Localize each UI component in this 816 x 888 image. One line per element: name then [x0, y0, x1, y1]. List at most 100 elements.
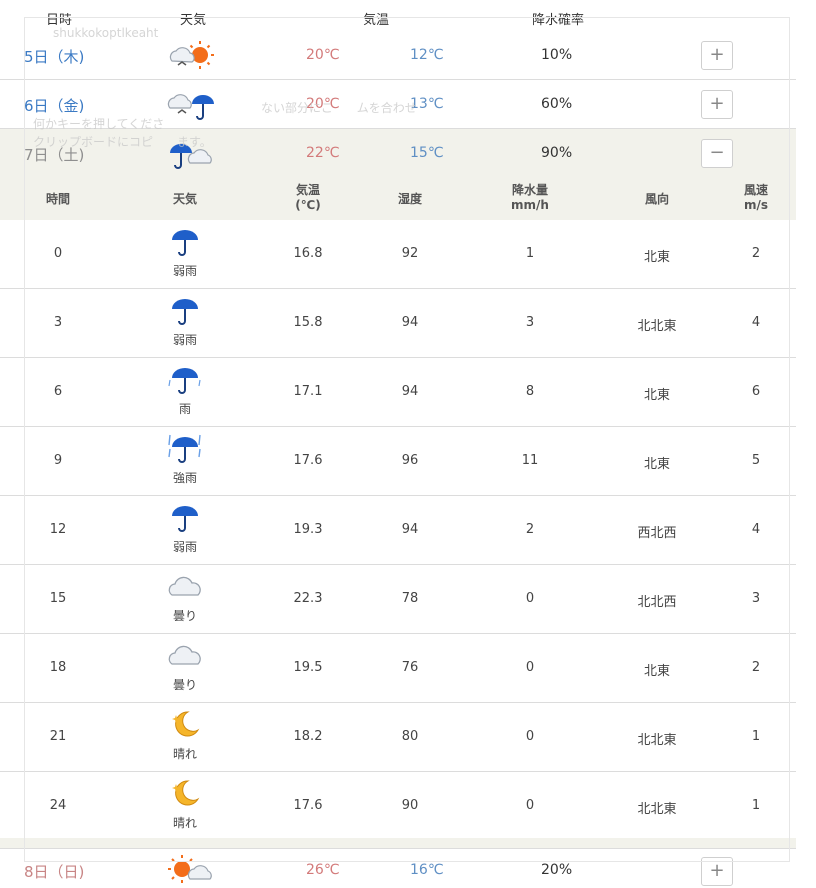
sun-cloud-icon: [168, 855, 212, 883]
expand-button[interactable]: +: [701, 41, 733, 70]
hour-rain: 0: [525, 798, 535, 813]
hour-rain: 3: [525, 315, 535, 330]
weather-label: 雨: [178, 402, 191, 416]
hour-wind-dir: 西北西: [637, 526, 677, 541]
temp-high: 22℃: [306, 145, 340, 161]
table-row: 3 弱雨 15.8 94 3 北北東 4: [0, 289, 796, 358]
hour-time: 21: [49, 729, 67, 744]
temp-high: 26℃: [306, 862, 340, 878]
hour-rain: 11: [521, 453, 539, 468]
weather-label: 弱雨: [172, 540, 197, 554]
hour-wind-dir: 北東: [643, 388, 670, 403]
weather-label: 強雨: [172, 471, 197, 485]
hour-wind-speed: 4: [751, 315, 761, 330]
hourly-header: 時間 天気 気温 (℃) 湿度 降水量 mm/h 風向 風速 m/s: [0, 178, 796, 220]
hour-temp: 17.1: [293, 384, 323, 399]
header-temp: 気温: [362, 13, 389, 28]
hour-wind-dir: 北東: [643, 250, 670, 265]
hour-rain: 0: [525, 591, 535, 606]
hour-humidity: 80: [401, 729, 419, 744]
day-row-8[interactable]: 8日（日) 26℃ 16℃ 20% +: [0, 848, 796, 888]
temp-low: 16℃: [410, 862, 444, 878]
hour-wind-speed: 1: [751, 798, 761, 813]
cloud-icon: [168, 576, 201, 596]
hour-time: 0: [53, 246, 63, 261]
umbrella-heavy-icon: [168, 434, 201, 463]
hour-time: 15: [49, 591, 67, 606]
hour-temp: 15.8: [293, 315, 323, 330]
umbrella-icon: [172, 506, 198, 532]
section-gap: [0, 838, 796, 848]
weather-label: 晴れ: [172, 816, 197, 830]
hour-wind-speed: 1: [751, 729, 761, 744]
hourly-header-temp-unit: (℃): [295, 198, 321, 212]
weather-label: 曇り: [172, 678, 197, 692]
day-row-6[interactable]: 6日（金) 20℃ 13℃ 60% +: [0, 80, 796, 129]
hour-temp: 17.6: [293, 798, 323, 813]
temp-high: 20℃: [306, 47, 340, 63]
hour-wind-dir: 北北東: [637, 733, 677, 748]
table-row: 9 強雨 17.6 96 11 北東 5: [0, 427, 796, 496]
table-row: 21 晴れ 18.2 80 0 北北東 1: [0, 703, 796, 772]
table-row: 15 曇り 22.3 78 0 北北西 3: [0, 565, 796, 634]
hour-humidity: 94: [401, 384, 419, 399]
hour-humidity: 96: [401, 453, 419, 468]
hour-wind-dir: 北北東: [637, 319, 677, 334]
hour-wind-speed: 3: [751, 591, 761, 606]
hour-wind-dir: 北北東: [637, 802, 677, 817]
hour-humidity: 90: [401, 798, 419, 813]
weather-label: 曇り: [172, 609, 197, 623]
collapse-button[interactable]: −: [701, 139, 733, 168]
hour-temp: 22.3: [293, 591, 323, 606]
hourly-header-humidity: 湿度: [397, 192, 422, 206]
moon-icon: [172, 780, 200, 806]
hour-time: 18: [49, 660, 67, 675]
precip-prob: 10%: [541, 47, 573, 63]
hour-temp: 19.3: [293, 522, 323, 537]
hour-wind-speed: 2: [751, 246, 761, 261]
hour-wind-speed: 5: [751, 453, 761, 468]
header-weather: 天気: [179, 13, 206, 28]
hourly-header-rain-unit: mm/h: [511, 198, 549, 212]
expand-button[interactable]: +: [701, 90, 733, 119]
hour-wind-dir: 北東: [643, 664, 670, 679]
hour-humidity: 92: [401, 246, 419, 261]
day-row-5[interactable]: 5日（木) 20℃ 12℃ 10% +: [0, 31, 796, 80]
table-header: 日時 天気 気温 降水確率: [0, 0, 796, 32]
precip-prob: 60%: [541, 96, 573, 112]
cloud-umbrella-icon: [167, 94, 214, 120]
weather-label: 弱雨: [172, 264, 197, 278]
hourly-header-wind: 風速: [743, 183, 768, 197]
cloud-icon: [168, 645, 201, 665]
hour-rain: 0: [525, 660, 535, 675]
day-date: 7日（土): [24, 146, 85, 164]
moon-icon: [172, 711, 200, 737]
hour-humidity: 94: [401, 522, 419, 537]
hourly-header-time: 時間: [45, 192, 70, 206]
table-row: 0 弱雨 16.8 92 1 北東 2: [0, 220, 796, 289]
hour-wind-dir: 北北西: [637, 595, 677, 610]
hour-time: 24: [49, 798, 67, 813]
umbrella-icon: [172, 230, 198, 256]
temp-high: 20℃: [306, 96, 340, 112]
table-row: 12 弱雨 19.3 94 2 西北西 4: [0, 496, 796, 565]
header-date: 日時: [45, 13, 72, 28]
weather-label: 晴れ: [172, 747, 197, 761]
day-date: 6日（金): [24, 97, 85, 115]
temp-low: 13℃: [410, 96, 444, 112]
cloud-sun-icon: [169, 41, 214, 69]
table-row: 24 晴れ 17.6 90 0 北北東 1: [0, 772, 796, 841]
hour-wind-dir: 北東: [643, 457, 670, 472]
hour-rain: 0: [525, 729, 535, 744]
hour-temp: 17.6: [293, 453, 323, 468]
hourly-header-wind-unit: m/s: [743, 198, 769, 212]
weather-label: 弱雨: [172, 333, 197, 347]
hour-temp: 18.2: [293, 729, 323, 744]
day-row-7[interactable]: 7日（土) 22℃ 15℃ 90% −: [0, 129, 796, 178]
expand-button[interactable]: +: [701, 857, 733, 886]
table-row: 18 曇り 19.5 76 0 北東 2: [0, 634, 796, 703]
hour-wind-speed: 2: [751, 660, 761, 675]
hour-rain: 1: [525, 246, 535, 261]
temp-low: 12℃: [410, 47, 444, 63]
hour-time: 6: [53, 384, 63, 399]
